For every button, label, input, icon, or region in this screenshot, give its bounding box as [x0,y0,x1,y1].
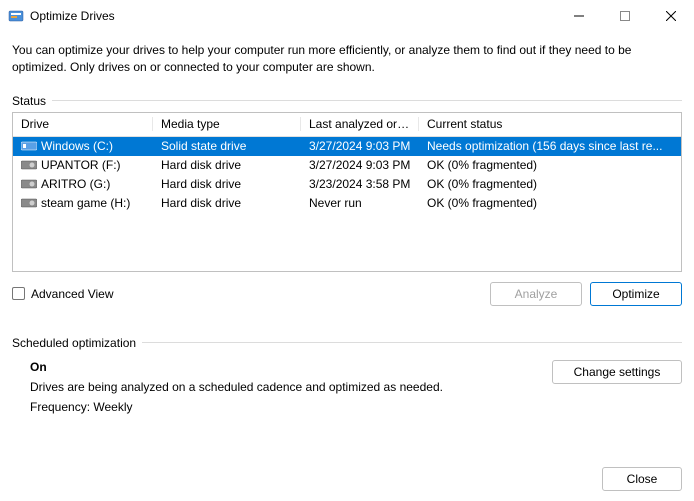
drive-cell: Windows (C:) [13,139,153,153]
description-text: You can optimize your drives to help you… [12,42,682,76]
divider [142,342,682,343]
drive-name: steam game (H:) [41,196,130,210]
table-header: Drive Media type Last analyzed or o... C… [13,113,681,137]
close-dialog-button[interactable]: Close [602,467,682,491]
table-row[interactable]: ARITRO (G:) Hard disk drive3/23/2024 3:58… [13,175,681,194]
table-row[interactable]: Windows (C:) Solid state drive3/27/2024 9… [13,137,681,156]
last-analyzed: 3/27/2024 9:03 PM [301,139,419,153]
last-analyzed: 3/27/2024 9:03 PM [301,158,419,172]
table-row[interactable]: UPANTOR (F:) Hard disk drive3/27/2024 9:0… [13,156,681,175]
schedule-frequency: Frequency: Weekly [30,400,552,414]
window-title: Optimize Drives [30,9,556,23]
analyze-button[interactable]: Analyze [490,282,582,306]
schedule-description: Drives are being analyzed on a scheduled… [30,380,552,394]
scheduled-section-label: Scheduled optimization [12,336,682,350]
change-settings-button[interactable]: Change settings [552,360,682,384]
advanced-view-checkbox[interactable]: Advanced View [12,287,482,301]
media-type: Solid state drive [153,139,301,153]
checkbox-icon [12,287,25,300]
col-header-last[interactable]: Last analyzed or o... [301,117,419,131]
window-controls [556,0,694,32]
minimize-button[interactable] [556,0,602,32]
current-status: OK (0% fragmented) [419,158,681,172]
media-type: Hard disk drive [153,177,301,191]
advanced-view-label: Advanced View [31,287,114,301]
drive-name: UPANTOR (F:) [41,158,121,172]
hdd-drive-icon [21,178,37,190]
status-section-label: Status [12,94,682,108]
app-icon [8,8,24,24]
last-analyzed: Never run [301,196,419,210]
optimize-button[interactable]: Optimize [590,282,682,306]
drive-cell: ARITRO (G:) [13,177,153,191]
scheduled-label-text: Scheduled optimization [12,336,136,350]
titlebar: Optimize Drives [0,0,694,32]
maximize-button[interactable] [602,0,648,32]
drive-cell: steam game (H:) [13,196,153,210]
current-status: OK (0% fragmented) [419,196,681,210]
divider [52,100,682,101]
table-row[interactable]: steam game (H:) Hard disk driveNever runO… [13,194,681,213]
hdd-drive-icon [21,159,37,171]
table-body: Windows (C:) Solid state drive3/27/2024 9… [13,137,681,213]
close-button[interactable] [648,0,694,32]
current-status: OK (0% fragmented) [419,177,681,191]
schedule-state: On [30,360,552,374]
media-type: Hard disk drive [153,196,301,210]
drive-name: Windows (C:) [41,139,113,153]
col-header-drive[interactable]: Drive [13,117,153,131]
last-analyzed: 3/23/2024 3:58 PM [301,177,419,191]
media-type: Hard disk drive [153,158,301,172]
col-header-media[interactable]: Media type [153,117,301,131]
hdd-drive-icon [21,197,37,209]
current-status: Needs optimization (156 days since last … [419,139,681,153]
drive-table: Drive Media type Last analyzed or o... C… [12,112,682,272]
drive-name: ARITRO (G:) [41,177,110,191]
status-label-text: Status [12,94,46,108]
ssd-drive-icon [21,140,37,152]
col-header-status[interactable]: Current status [419,117,681,131]
drive-cell: UPANTOR (F:) [13,158,153,172]
